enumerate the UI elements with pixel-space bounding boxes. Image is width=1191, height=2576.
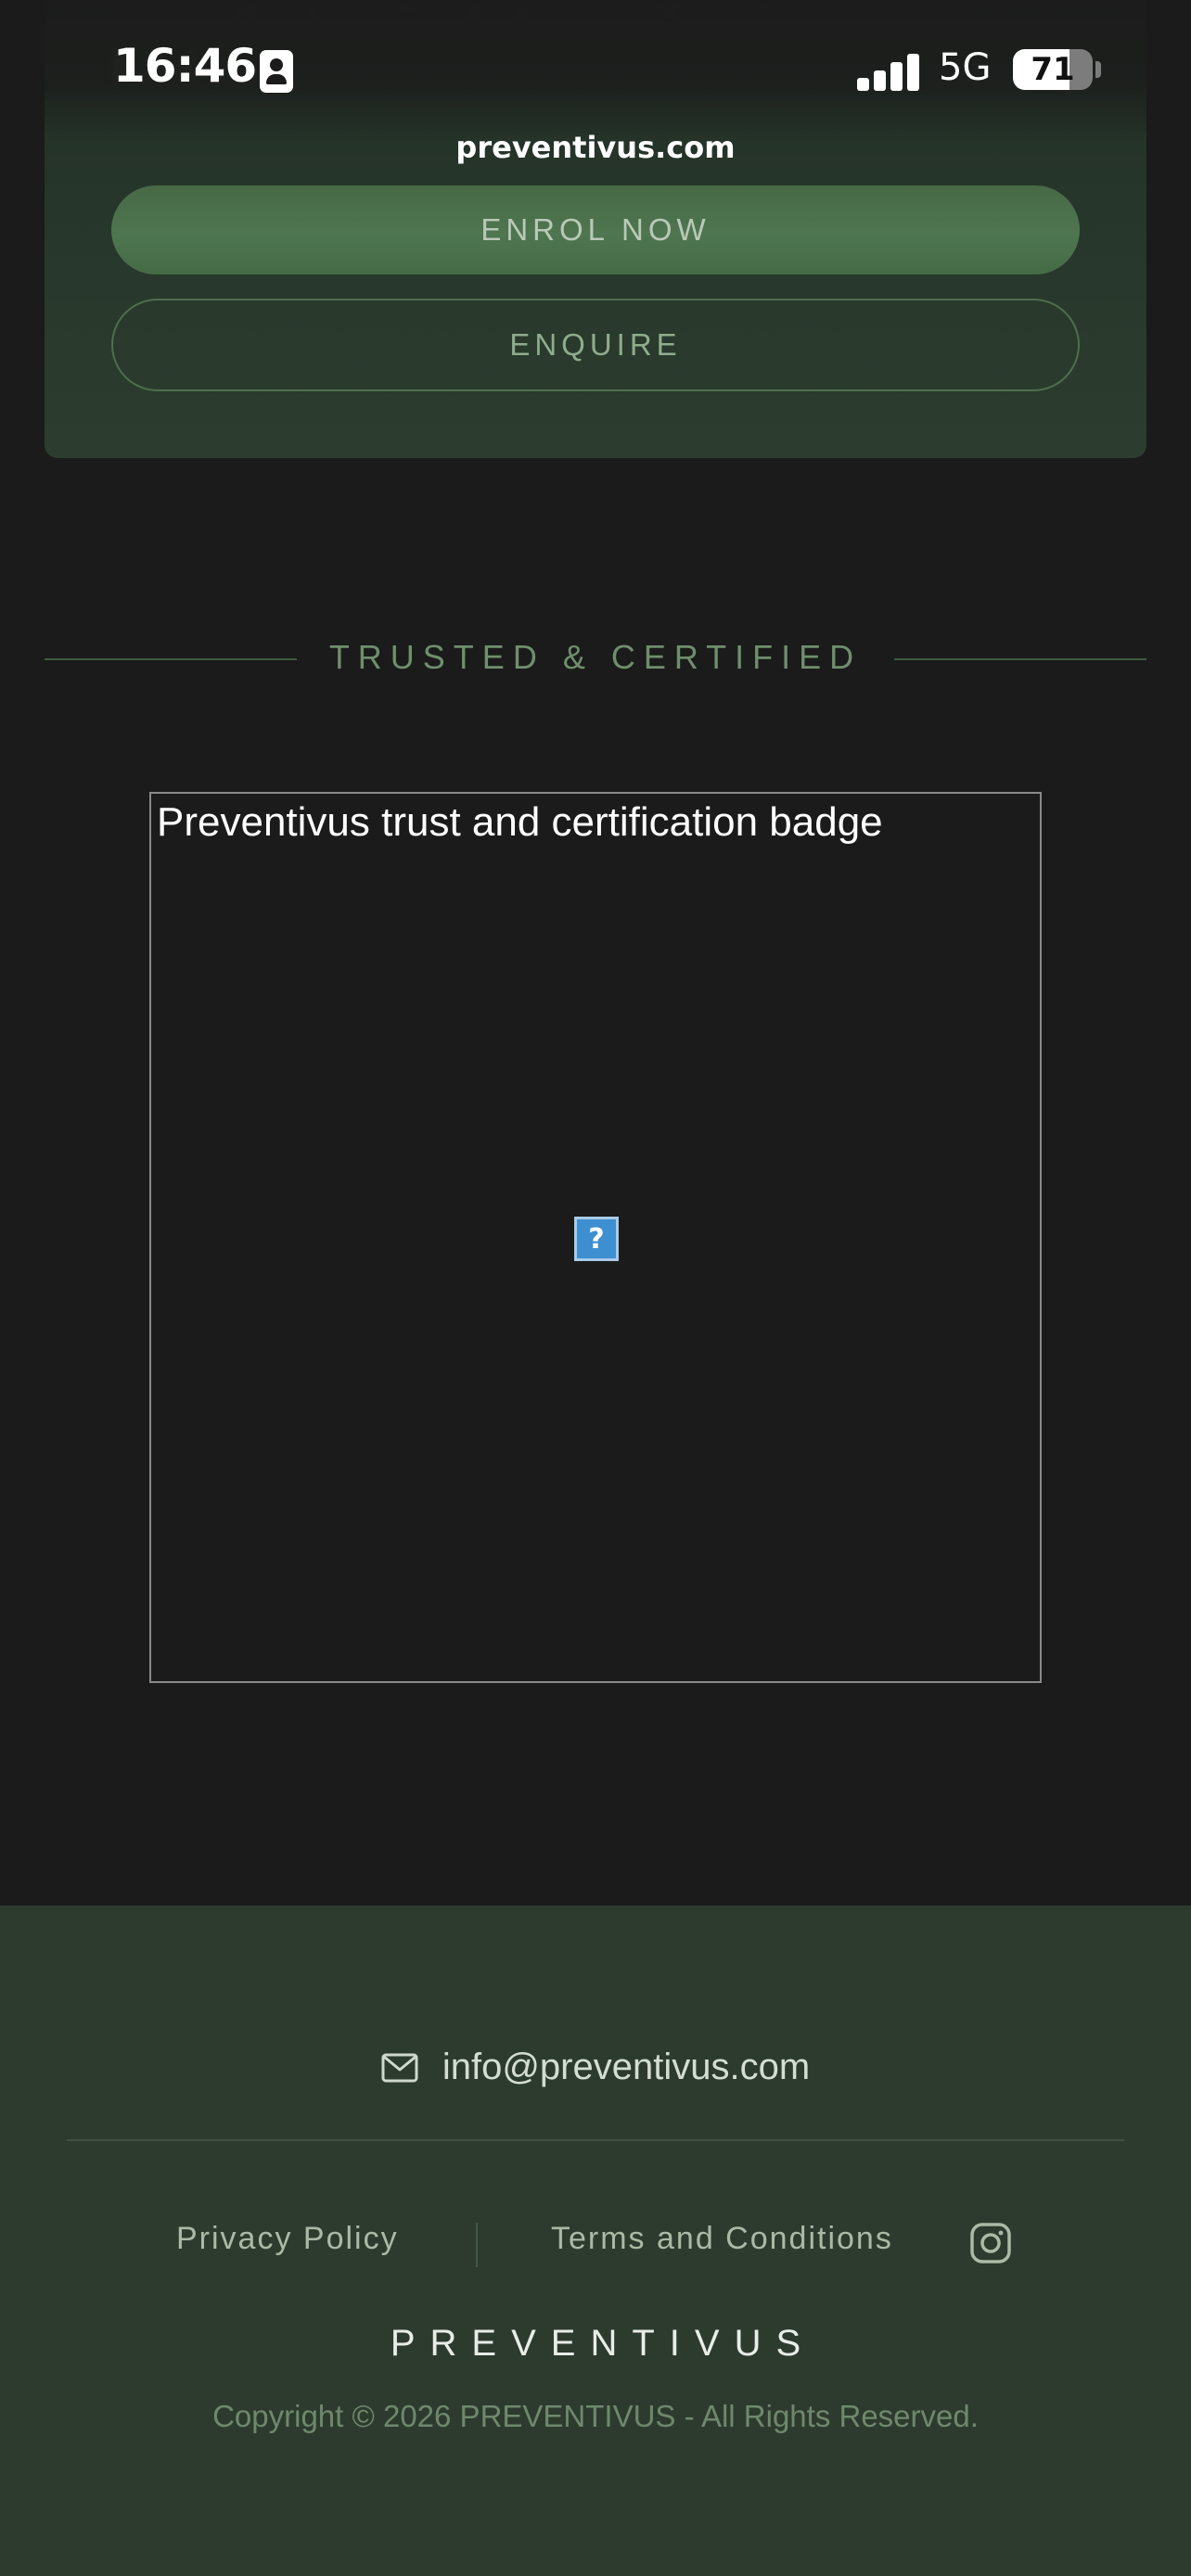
trusted-certified-heading: TRUSTED & CERTIFIED <box>328 638 863 676</box>
battery-cap <box>1095 61 1101 78</box>
broken-image-icon: ? <box>574 1217 619 1261</box>
mail-icon <box>381 2053 418 2082</box>
heading-rule-left <box>45 658 297 660</box>
heading-rule-right <box>894 658 1146 660</box>
footer-divider <box>67 2139 1124 2141</box>
battery-icon: 71 <box>1013 49 1093 90</box>
battery-level-text: 71 <box>1031 51 1075 88</box>
address-bar-url[interactable]: preventivus.com <box>0 130 1191 165</box>
enquire-button[interactable]: ENQUIRE <box>111 299 1080 391</box>
terms-and-conditions-link[interactable]: Terms and Conditions <box>551 2221 893 2257</box>
badge-alt-text: Preventivus trust and certification badg… <box>157 799 883 845</box>
contact-card-icon <box>260 50 293 93</box>
certification-badge-image: Preventivus trust and certification badg… <box>149 792 1042 1683</box>
footer-brand-name: PREVENTIVUS <box>390 2323 816 2364</box>
network-type-label: 5G <box>939 46 992 89</box>
status-time: 16:46 <box>113 39 257 93</box>
site-footer: info@preventivus.com Privacy Policy Term… <box>0 1906 1191 2576</box>
enrol-now-button[interactable]: ENROL NOW <box>111 185 1080 274</box>
links-separator <box>476 2223 478 2267</box>
privacy-policy-link[interactable]: Privacy Policy <box>176 2221 399 2257</box>
instagram-icon[interactable] <box>969 2222 1012 2264</box>
signal-icon <box>857 52 920 91</box>
email-row: info@preventivus.com <box>0 2047 1191 2088</box>
email-link[interactable]: info@preventivus.com <box>442 2047 810 2088</box>
copyright-text: Copyright © 2026 PREVENTIVUS - All Right… <box>212 2399 979 2433</box>
